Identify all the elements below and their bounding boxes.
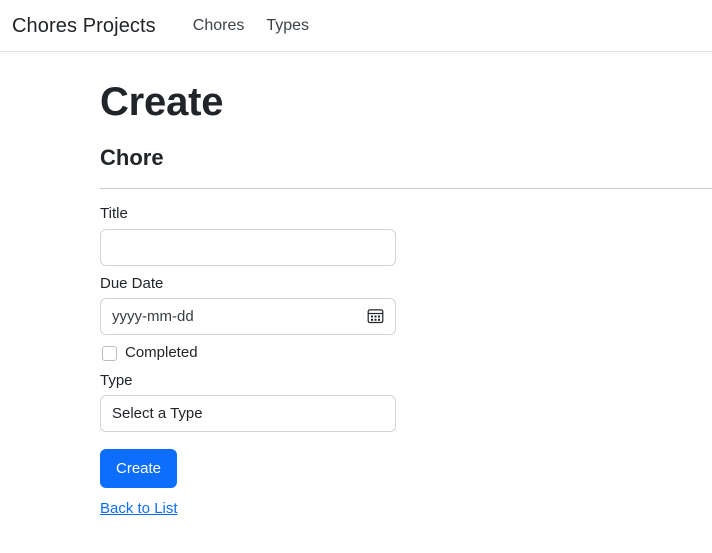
- nav-link-chores[interactable]: Chores: [182, 12, 256, 40]
- completed-label: Completed: [125, 343, 198, 361]
- completed-checkbox[interactable]: [102, 345, 117, 361]
- due-date-input-wrapper: yyyy-mm-dd: [100, 297, 396, 335]
- page-subtitle: Chore: [100, 145, 164, 170]
- create-chore-form: Title Due Date yyyy-mm-dd Completed Type…: [100, 204, 396, 489]
- main-content: Create Chore Title Due Date yyyy-mm-dd C…: [0, 78, 712, 520]
- title-field-group: Title: [100, 204, 396, 266]
- create-button[interactable]: Create: [100, 449, 178, 489]
- due-date-label: Due Date: [100, 274, 164, 292]
- nav-item-chores: Chores: [182, 12, 256, 40]
- type-label: Type: [100, 372, 133, 390]
- top-navbar: Chores Projects Chores Types: [0, 0, 712, 52]
- title-input[interactable]: [100, 228, 396, 266]
- title-label: Title: [100, 205, 128, 223]
- section-divider: [100, 188, 712, 190]
- due-date-input[interactable]: yyyy-mm-dd: [100, 297, 396, 335]
- navbar-links: Chores Types: [182, 12, 320, 40]
- navbar-brand[interactable]: Chores Projects: [12, 16, 156, 36]
- nav-link-types[interactable]: Types: [255, 12, 320, 40]
- due-date-field-group: Due Date yyyy-mm-dd: [100, 274, 396, 335]
- type-select[interactable]: Select a Type: [100, 395, 396, 433]
- nav-item-types: Types: [255, 12, 320, 40]
- form-actions: Create: [100, 440, 396, 489]
- type-field-group: Type Select a Type: [100, 371, 396, 433]
- page-title: Create: [100, 80, 224, 124]
- completed-field-group[interactable]: Completed: [100, 343, 396, 363]
- back-to-list-link[interactable]: Back to List: [100, 499, 178, 519]
